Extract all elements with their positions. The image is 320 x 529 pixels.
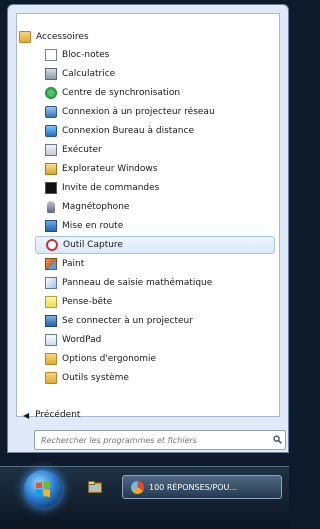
program-item-saisie-mathematique[interactable]: Panneau de saisie mathématique [45, 274, 275, 292]
program-item-paint[interactable]: Paint [45, 255, 275, 273]
math-input-icon [45, 277, 57, 289]
run-icon [45, 144, 57, 156]
windows-logo-icon [36, 481, 50, 497]
programs-list: Accessoires Bloc-notes Calculatrice Cent… [16, 13, 280, 420]
folder-icon [19, 31, 31, 43]
remote-desktop-icon [45, 125, 57, 137]
program-item-bureau-distance[interactable]: Connexion Bureau à distance [45, 122, 275, 140]
back-button[interactable]: ◀ Précédent [23, 407, 80, 423]
sync-center-icon [45, 87, 57, 99]
program-label: Bloc-notes [62, 50, 110, 60]
program-item-projecteur-reseau[interactable]: Connexion à un projecteur réseau [45, 103, 275, 121]
getting-started-icon [45, 220, 57, 232]
notepad-icon [45, 49, 57, 61]
program-label: Se connecter à un projecteur [62, 316, 193, 326]
search-box[interactable] [34, 430, 286, 450]
program-item-connecter-projecteur[interactable]: Se connecter à un projecteur [45, 312, 275, 330]
wordpad-icon [45, 334, 57, 346]
start-button[interactable] [24, 470, 62, 508]
program-label: Magnétophone [62, 202, 130, 212]
program-item-mise-en-route[interactable]: Mise en route [45, 217, 275, 235]
program-label: WordPad [62, 335, 102, 345]
explorer-icon [45, 163, 57, 175]
program-item-executer[interactable]: Exécuter [45, 141, 275, 159]
browser-logo-icon [131, 480, 144, 494]
explorer-icon[interactable] [88, 481, 102, 493]
network-projector-icon [45, 106, 57, 118]
search-icon[interactable] [273, 435, 282, 444]
program-label: Centre de synchronisation [62, 88, 181, 98]
program-item-calculatrice[interactable]: Calculatrice [45, 65, 275, 83]
back-arrow-icon: ◀ [23, 410, 30, 420]
folder-label: Accessoires [36, 32, 89, 42]
program-label: Pense-bête [62, 297, 113, 307]
folder-icon [45, 353, 57, 365]
projector-icon [45, 315, 57, 327]
program-label: Outils système [62, 373, 129, 383]
program-item-wordpad[interactable]: WordPad [45, 331, 275, 349]
paint-icon [45, 258, 57, 270]
program-label: Connexion à un projecteur réseau [62, 107, 215, 117]
program-label: Invite de commandes [62, 183, 160, 193]
taskbar: 100 RÉPONSES/POU... [0, 466, 289, 529]
start-menu: Accessoires Bloc-notes Calculatrice Cent… [7, 4, 289, 453]
search-input[interactable] [35, 434, 263, 446]
program-item-explorateur[interactable]: Explorateur Windows [45, 160, 275, 178]
program-label: Explorateur Windows [62, 164, 158, 174]
program-item-invite-commandes[interactable]: Invite de commandes [45, 179, 275, 197]
program-label: Options d'ergonomie [62, 354, 157, 364]
folder-icon [45, 372, 57, 384]
program-label: Panneau de saisie mathématique [62, 278, 213, 288]
folder-accessoires[interactable]: Accessoires [19, 28, 89, 46]
folder-options-ergonomie[interactable]: Options d'ergonomie [45, 350, 275, 368]
program-item-bloc-notes[interactable]: Bloc-notes [45, 46, 275, 64]
program-label: Paint [62, 259, 85, 269]
task-label: 100 RÉPONSES/POU... [149, 482, 238, 492]
sticky-notes-icon [45, 296, 57, 308]
folder-outils-systeme[interactable]: Outils système [45, 369, 275, 387]
program-label: Connexion Bureau à distance [62, 126, 194, 136]
back-label: Précédent [35, 410, 81, 420]
taskbar-window-button[interactable]: 100 RÉPONSES/POU... [122, 475, 282, 499]
program-label: Mise en route [62, 221, 124, 231]
command-prompt-icon [45, 182, 57, 194]
program-item-outil-capture[interactable]: Outil Capture [35, 236, 275, 254]
program-label: Exécuter [62, 145, 102, 155]
program-label: Outil Capture [63, 240, 123, 250]
program-item-centre-synchronisation[interactable]: Centre de synchronisation [45, 84, 275, 102]
program-label: Calculatrice [62, 69, 116, 79]
microphone-icon [47, 201, 55, 213]
program-item-magnetophone[interactable]: Magnétophone [45, 198, 275, 216]
program-item-pense-bete[interactable]: Pense-bête [45, 293, 275, 311]
snipping-tool-icon [46, 239, 58, 251]
calculator-icon [45, 68, 57, 80]
